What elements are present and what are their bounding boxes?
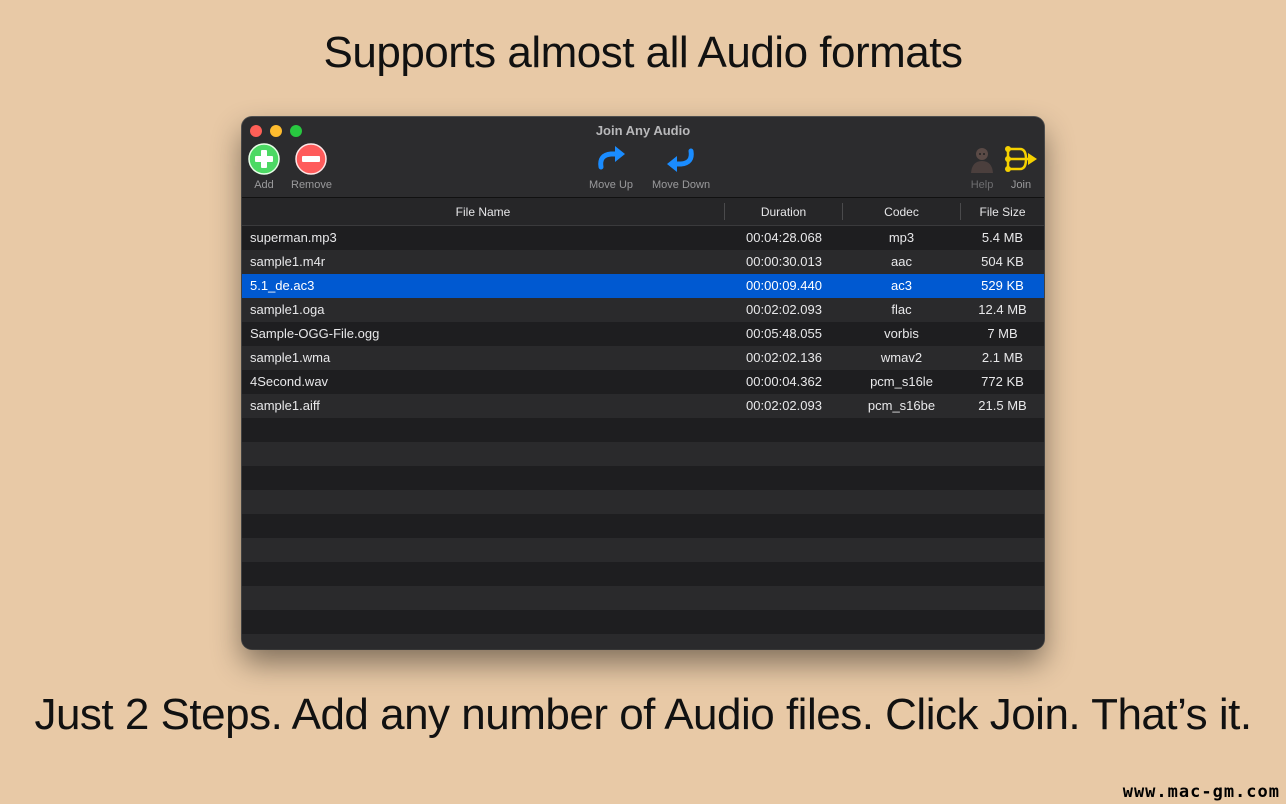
empty-row: [242, 610, 1044, 634]
titlebar-toolbar: Join Any Audio Add Remove Move Up Move D…: [242, 117, 1044, 198]
duration-cell: 00:00:04.362: [746, 374, 822, 389]
table-row[interactable]: Sample-OGG-File.ogg 00:05:48.055 vorbis 7 M…: [242, 322, 1044, 346]
file-size-cell: 2.1 MB: [981, 350, 1024, 365]
window-title: Join Any Audio: [595, 123, 691, 138]
empty-row: [242, 586, 1044, 610]
headline-top: Supports almost all Audio formats: [323, 28, 963, 77]
help-button[interactable]: Help: [968, 143, 996, 191]
join-button[interactable]: Join: [1004, 143, 1038, 191]
arrow-up-redo-icon: [598, 146, 626, 170]
empty-row: [242, 514, 1044, 538]
column-header-file-size[interactable]: File Size: [961, 205, 1044, 219]
help-label: Help: [970, 179, 994, 191]
arrow-down-undo-icon: [667, 148, 694, 172]
move-down-button[interactable]: Move Down: [652, 143, 710, 191]
headline-bottom: Just 2 Steps. Add any number of Audio fi…: [34, 690, 1252, 739]
codec-cell: flac: [891, 302, 912, 317]
empty-row: [242, 490, 1044, 514]
file-size-cell: 772 KB: [981, 374, 1024, 389]
column-header-codec[interactable]: Codec: [843, 205, 960, 219]
table-row[interactable]: superman.mp3 00:04:28.068 mp3 5.4 MB: [242, 226, 1044, 250]
column-header-duration[interactable]: Duration: [725, 205, 842, 219]
duration-cell: 00:00:30.013: [746, 254, 822, 269]
file-name-cell: sample1.m4r: [250, 254, 326, 269]
codec-cell: wmav2: [880, 350, 923, 365]
add-label: Add: [254, 179, 274, 191]
file-name-cell: sample1.aiff: [250, 398, 320, 413]
file-size-cell: 504 KB: [981, 254, 1024, 269]
file-name-cell: Sample-OGG-File.ogg: [250, 326, 380, 341]
empty-row: [242, 634, 1044, 649]
merge-arrows-icon: [1005, 146, 1037, 172]
help-person-icon: [971, 148, 993, 173]
file-size-cell: 12.4 MB: [978, 302, 1027, 317]
minus-circle-icon: [295, 143, 328, 175]
file-size-cell: 5.4 MB: [981, 230, 1024, 245]
codec-cell: mp3: [888, 230, 915, 245]
empty-row: [242, 418, 1044, 442]
codec-cell: ac3: [891, 278, 912, 293]
file-name-cell: sample1.wma: [250, 350, 331, 365]
file-size-cell: 7 MB: [987, 326, 1018, 341]
remove-label: Remove: [291, 179, 332, 191]
codec-cell: vorbis: [884, 326, 919, 341]
move-up-label: Move Up: [589, 179, 634, 191]
move-up-button[interactable]: Move Up: [589, 143, 633, 191]
table-row[interactable]: 4Second.wav 00:00:04.362 pcm_s16le 772 KB: [242, 370, 1044, 394]
file-name-cell: 5.1_de.ac3: [250, 278, 315, 293]
duration-cell: 00:04:28.068: [746, 230, 822, 245]
column-header-file-name[interactable]: File Name: [242, 205, 724, 219]
duration-cell: 00:02:02.093: [746, 302, 822, 317]
empty-row: [242, 538, 1044, 562]
file-name-cell: sample1.oga: [250, 302, 325, 317]
empty-row: [242, 466, 1044, 490]
duration-cell: 00:05:48.055: [746, 326, 822, 341]
table-row[interactable]: sample1.m4r 00:00:30.013 aac 504 KB: [242, 250, 1044, 274]
file-name-cell: superman.mp3: [250, 230, 337, 245]
file-list[interactable]: superman.mp3 00:04:28.068 mp3 5.4 MB sample1…: [242, 226, 1044, 649]
watermark: www.mac-gm.com: [1122, 782, 1280, 802]
table-header: File Name Duration Codec File Size: [242, 198, 1044, 226]
duration-cell: 00:02:02.136: [746, 350, 822, 365]
file-size-cell: 529 KB: [981, 278, 1024, 293]
move-down-label: Move Down: [652, 179, 711, 191]
remove-button[interactable]: Remove: [291, 143, 332, 191]
app-window: Join Any Audio Add Remove Move Up Move D…: [242, 117, 1044, 649]
file-name-cell: 4Second.wav: [250, 374, 329, 389]
codec-cell: pcm_s16le: [870, 374, 933, 389]
codec-cell: aac: [891, 254, 912, 269]
table-row[interactable]: 5.1_de.ac3 00:00:09.440 ac3 529 KB: [242, 274, 1044, 298]
join-label: Join: [1010, 179, 1032, 191]
duration-cell: 00:00:09.440: [746, 278, 822, 293]
duration-cell: 00:02:02.093: [746, 398, 822, 413]
file-size-cell: 21.5 MB: [978, 398, 1027, 413]
table-row[interactable]: sample1.wma 00:02:02.136 wmav2 2.1 MB: [242, 346, 1044, 370]
empty-row: [242, 562, 1044, 586]
add-button[interactable]: Add: [248, 143, 280, 191]
codec-cell: pcm_s16be: [867, 398, 936, 413]
table-row[interactable]: sample1.oga 00:02:02.093 flac 12.4 MB: [242, 298, 1044, 322]
table-row[interactable]: sample1.aiff 00:02:02.093 pcm_s16be 21.5 MB: [242, 394, 1044, 418]
plus-circle-icon: [248, 143, 280, 175]
empty-row: [242, 442, 1044, 466]
